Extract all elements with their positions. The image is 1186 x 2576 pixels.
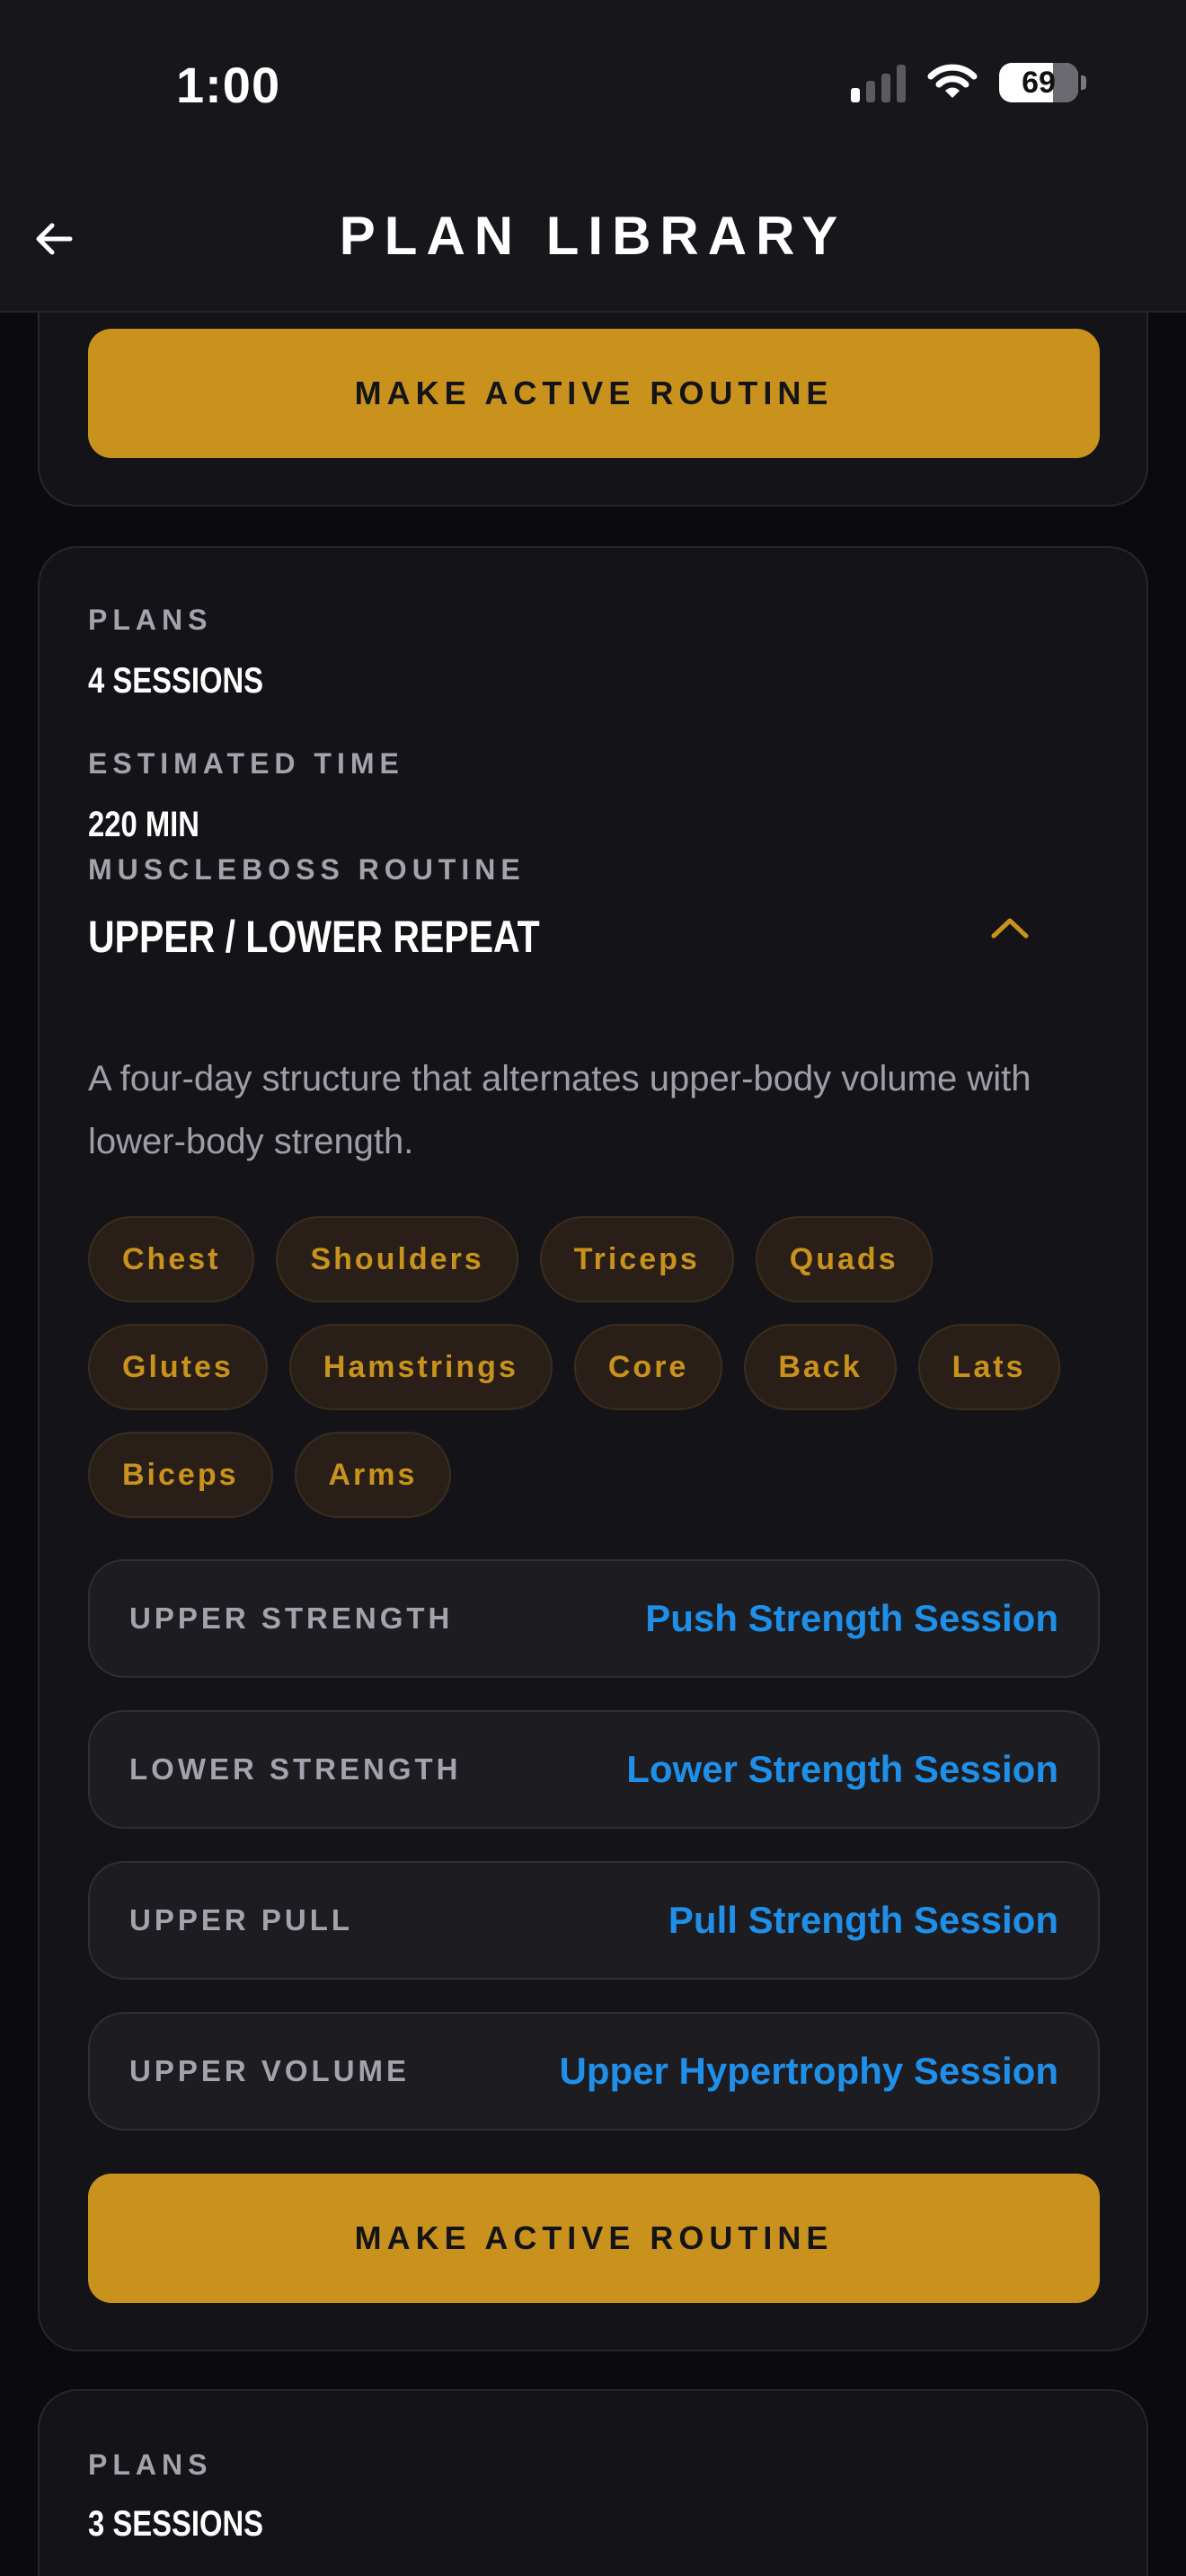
tag-chest: Chest (88, 1216, 255, 1302)
session-row[interactable]: LOWER STRENGTH Lower Strength Session (88, 1710, 1100, 1829)
session-label: UPPER PULL (129, 1903, 354, 1936)
routine-kicker: MUSCLEBOSS ROUTINE (88, 853, 526, 886)
routine-description: A four-day structure that alternates upp… (88, 1059, 1031, 1161)
session-label: LOWER STRENGTH (129, 1752, 462, 1786)
cellular-signal-icon (851, 63, 906, 102)
session-link[interactable]: Upper Hypertrophy Session (560, 2050, 1058, 2093)
plan-library-screen: MAKE ACTIVE ROUTINE 1:00 69 PLAN LIBRARY… (0, 0, 1186, 2576)
routine-card-next: PLANS 3 SESSIONS (38, 2389, 1148, 2576)
plans-value: 4 SESSIONS (88, 661, 264, 701)
routine-name[interactable]: UPPER / LOWER REPEAT (88, 911, 540, 963)
battery-icon: 69 (999, 63, 1086, 102)
session-link[interactable]: Push Strength Session (645, 1597, 1058, 1640)
chevron-up-icon[interactable] (983, 909, 1037, 945)
tag-biceps: Biceps (88, 1432, 273, 1518)
estimated-time-value: 220 MIN (88, 805, 199, 844)
plans-value: 3 SESSIONS (88, 2504, 264, 2544)
session-label: UPPER STRENGTH (129, 1601, 454, 1635)
session-row[interactable]: UPPER PULL Pull Strength Session (88, 1861, 1100, 1980)
plans-label: PLANS (88, 2448, 213, 2481)
tag-triceps: Triceps (539, 1216, 734, 1302)
tag-back: Back (744, 1324, 897, 1410)
session-link[interactable]: Pull Strength Session (668, 1899, 1058, 1942)
tag-lats: Lats (917, 1324, 1060, 1410)
session-row[interactable]: UPPER STRENGTH Push Strength Session (88, 1559, 1100, 1678)
tag-arms: Arms (294, 1432, 452, 1518)
wifi-icon (927, 64, 978, 98)
session-row[interactable]: UPPER VOLUME Upper Hypertrophy Session (88, 2012, 1100, 2130)
status-icons: 69 (851, 63, 1086, 102)
make-active-routine-button[interactable]: MAKE ACTIVE ROUTINE (88, 329, 1100, 458)
battery-level: 69 (1022, 65, 1056, 100)
tag-hamstrings: Hamstrings (288, 1324, 553, 1410)
page-title: PLAN LIBRARY (339, 206, 847, 266)
tag-shoulders: Shoulders (276, 1216, 518, 1302)
header-bar: 1:00 69 PLAN LIBRARY (0, 0, 1186, 313)
estimated-time-label: ESTIMATED TIME (88, 747, 404, 780)
plans-label: PLANS (88, 604, 213, 636)
tag-quads: Quads (755, 1216, 933, 1302)
tag-glutes: Glutes (88, 1324, 268, 1410)
routine-card: PLANS 4 SESSIONS ESTIMATED TIME 220 MIN … (38, 546, 1148, 2351)
status-time: 1:00 (176, 57, 281, 113)
tag-core: Core (573, 1324, 723, 1410)
session-link[interactable]: Lower Strength Session (626, 1748, 1058, 1791)
muscle-tags: Chest Shoulders Triceps Quads Glutes Ham… (88, 1216, 1112, 1518)
make-active-routine-button[interactable]: MAKE ACTIVE ROUTINE (88, 2174, 1100, 2303)
session-label: UPPER VOLUME (129, 2054, 411, 2087)
